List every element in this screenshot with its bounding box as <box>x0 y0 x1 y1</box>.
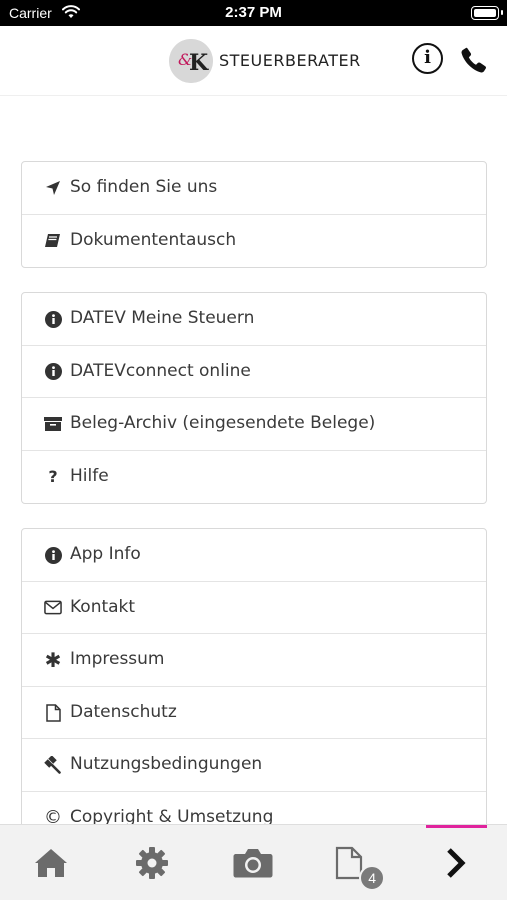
brand-logo: & K <box>169 39 213 83</box>
home-icon <box>34 849 67 877</box>
phone-button[interactable] <box>459 45 489 75</box>
menu-item-datenschutz[interactable]: Datenschutz <box>22 687 486 739</box>
menu-item-label: Impressum <box>70 649 165 669</box>
info-icon: i <box>424 47 431 68</box>
battery-icon <box>471 6 503 20</box>
svg-text:K: K <box>189 50 209 76</box>
menu-item-copyright[interactable]: © Copyright & Umsetzung <box>22 792 486 825</box>
menu-item-label: App Info <box>70 544 141 564</box>
camera-icon <box>233 849 273 878</box>
menu-item-label: Hilfe <box>70 465 109 486</box>
question-icon: ? <box>48 466 58 486</box>
brand-title: STEUERBERATER <box>219 51 361 70</box>
menu-content: So finden Sie uns Dokumententausch DATEV… <box>0 96 507 824</box>
menu-item-datevconnect-online[interactable]: DATEVconnect online <box>22 346 486 398</box>
menu-item-label: Copyright & Umsetzung <box>70 806 274 825</box>
menu-item-label: Kontakt <box>70 596 136 617</box>
tab-more[interactable] <box>406 825 507 900</box>
info-circle-icon <box>44 546 62 564</box>
tab-camera[interactable] <box>203 825 304 900</box>
tab-documents[interactable]: 4 <box>304 825 405 900</box>
chevron-right-icon <box>447 848 466 878</box>
menu-item-dokumententausch[interactable]: Dokumententausch <box>22 215 486 268</box>
menu-group-info: App Info Kontakt ✱ Impressum Datenschutz… <box>21 528 487 824</box>
app-header: & K STEUERBERATER i <box>0 26 507 96</box>
gavel-icon <box>44 756 62 774</box>
menu-group-datev: DATEV Meine Steuern DATEVconnect online … <box>21 292 487 504</box>
status-time: 2:37 PM <box>225 4 282 21</box>
info-circle-icon <box>44 310 62 328</box>
archive-icon <box>44 415 62 433</box>
menu-item-kontakt[interactable]: Kontakt <box>22 582 486 634</box>
info-circle-icon <box>44 363 62 381</box>
tab-settings[interactable] <box>101 825 202 900</box>
menu-item-app-info[interactable]: App Info <box>22 529 486 582</box>
envelope-icon <box>44 599 62 617</box>
tab-bar: 4 <box>0 824 507 900</box>
documents-badge: 4 <box>359 865 386 891</box>
asterisk-icon: ✱ <box>44 648 62 672</box>
menu-item-nutzungsbedingungen[interactable]: Nutzungsbedingungen <box>22 739 486 792</box>
menu-item-hilfe[interactable]: ? Hilfe <box>22 451 486 504</box>
location-arrow-icon <box>44 179 62 197</box>
menu-item-so-finden-sie-uns[interactable]: So finden Sie uns <box>22 162 486 215</box>
menu-item-label: DATEVconnect online <box>70 360 251 381</box>
menu-item-label: So finden Sie uns <box>70 177 218 197</box>
menu-item-beleg-archiv[interactable]: Beleg-Archiv (eingesendete Belege) <box>22 398 486 451</box>
menu-item-label: Datenschutz <box>70 701 177 722</box>
copyright-icon: © <box>44 806 62 824</box>
menu-item-label: DATEV Meine Steuern <box>70 308 255 328</box>
menu-item-label: Dokumententausch <box>70 229 237 250</box>
menu-group-location: So finden Sie uns Dokumententausch <box>21 161 487 268</box>
menu-item-label: Nutzungsbedingungen <box>70 754 263 774</box>
document-icon <box>44 703 62 722</box>
book-icon <box>44 232 62 250</box>
gear-icon <box>136 847 169 879</box>
menu-item-datev-meine-steuern[interactable]: DATEV Meine Steuern <box>22 293 486 346</box>
menu-item-label: Beleg-Archiv (eingesendete Belege) <box>70 413 376 433</box>
menu-item-impressum[interactable]: ✱ Impressum <box>22 634 486 687</box>
status-bar: Carrier 2:37 PM <box>0 0 507 26</box>
info-button[interactable]: i <box>412 43 443 74</box>
tab-home[interactable] <box>0 825 101 900</box>
